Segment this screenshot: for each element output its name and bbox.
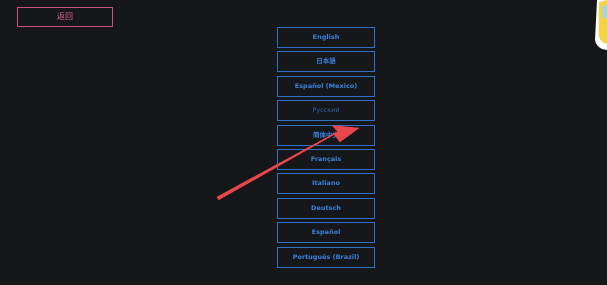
language-option-italian[interactable]: Italiano	[277, 173, 375, 195]
language-item: Français	[277, 148, 375, 170]
language-item: Deutsch	[277, 197, 375, 219]
language-option-spanish-mexico[interactable]: Español (Mexico)	[277, 75, 375, 97]
language-option-french[interactable]: Français	[277, 148, 375, 170]
language-item: English	[277, 27, 375, 48]
language-item: Español (Mexico)	[277, 75, 375, 97]
language-item: Italiano	[277, 173, 375, 195]
language-option-german[interactable]: Deutsch	[277, 197, 375, 219]
language-item: Português (Brazil)	[277, 246, 375, 268]
language-option-portuguese-brazil[interactable]: Português (Brazil)	[277, 246, 375, 268]
language-item: 日本語	[277, 51, 375, 73]
language-list: English 日本語 Español (Mexico) Русский 简体中…	[277, 27, 375, 271]
language-item: 简体中文	[277, 124, 375, 146]
language-option-simplified-chinese[interactable]: 简体中文	[277, 124, 375, 146]
language-option-english[interactable]: English	[277, 27, 375, 48]
language-option-japanese[interactable]: 日本語	[277, 51, 375, 73]
language-option-russian[interactable]: Русский	[277, 100, 375, 122]
language-item: Русский	[277, 100, 375, 122]
language-option-spanish[interactable]: Español	[277, 222, 375, 244]
corner-decoration-icon	[595, 0, 607, 50]
back-button[interactable]: 返回	[17, 7, 113, 27]
language-item: Español	[277, 222, 375, 244]
